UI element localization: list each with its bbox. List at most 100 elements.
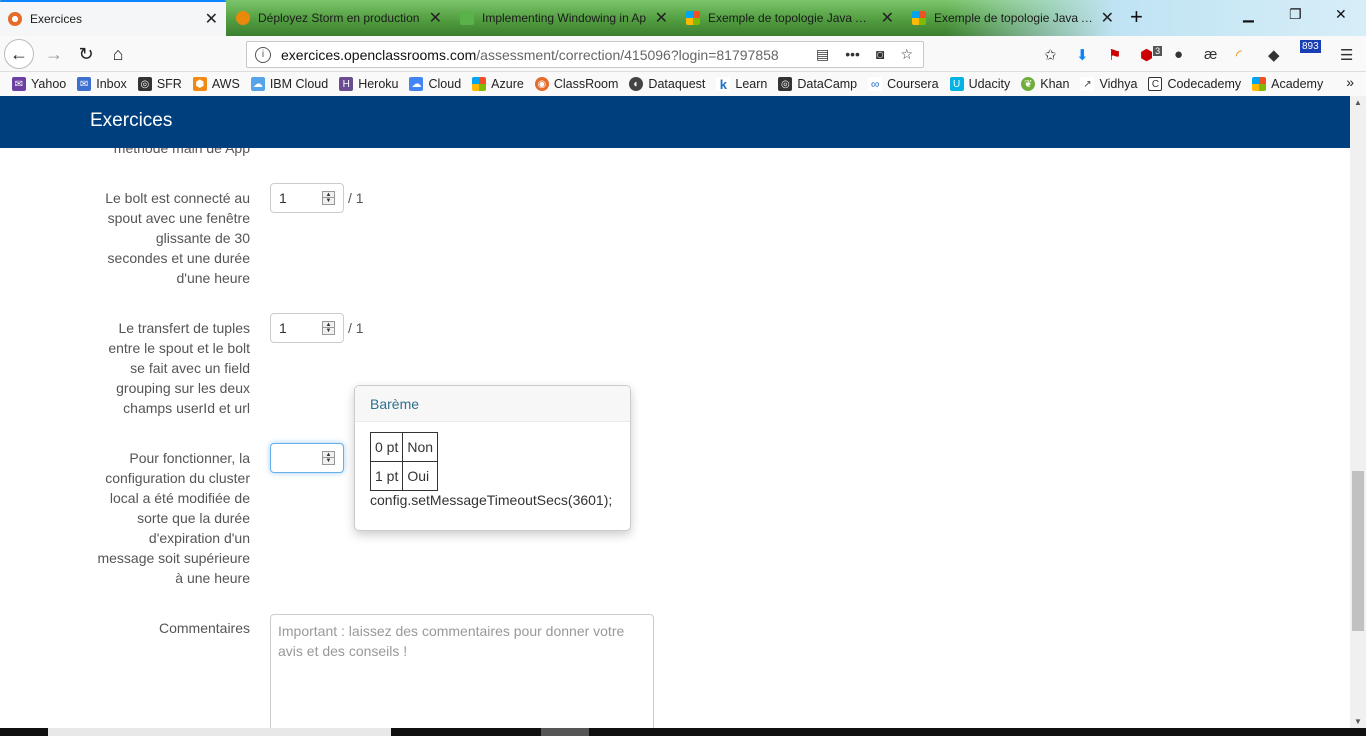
spinner-arrows-icon[interactable]: ▲ ▼ — [322, 191, 335, 205]
spinner-arrows-icon[interactable]: ▲ ▼ — [322, 321, 335, 335]
bookmark-udacity[interactable]: U Udacity — [949, 77, 1010, 91]
tab-exercices[interactable]: Exercices ✕ — [0, 0, 226, 36]
bookmark-khan[interactable]: ❦ Khan — [1021, 77, 1069, 91]
globe-icon: ◎ — [778, 77, 793, 91]
bookmarks-menu-icon[interactable]: ✩ — [1044, 46, 1057, 64]
url-domain: exercices.openclassrooms.com — [281, 46, 477, 63]
bookmark-ibm-cloud[interactable]: ☁ IBM Cloud — [250, 77, 328, 91]
url-bar[interactable]: i exercices.openclassrooms.com/assessmen… — [246, 41, 924, 68]
os-taskbar — [0, 728, 1366, 736]
restore-icon[interactable]: ❐ — [1289, 6, 1302, 23]
pdf-icon[interactable]: ⚑ — [1108, 46, 1121, 64]
reader-view-icon[interactable]: ▤ — [816, 46, 829, 63]
home-icon[interactable]: ⌂ — [104, 40, 132, 68]
new-tab-icon[interactable]: + — [1130, 4, 1143, 30]
bookmark-vidhya[interactable]: ↗ Vidhya — [1080, 77, 1137, 91]
table-row: 1 pt Oui — [369, 461, 439, 491]
criterion-label-1: Le bolt est connecté au spout avec une f… — [105, 188, 250, 288]
label-line: à une heure — [175, 570, 250, 586]
tab-title: Exemple de topologie Java Apa — [708, 11, 875, 25]
bookmark-classroom[interactable]: ◉ ClassRoom — [534, 77, 618, 91]
reload-icon[interactable]: ↻ — [72, 40, 100, 68]
pocket-icon[interactable]: ◙ — [876, 46, 884, 63]
counter-badge[interactable]: 893 — [1300, 40, 1321, 53]
bookmark-label: SFR — [156, 77, 182, 91]
page-scrollbar[interactable]: ▲ ▼ — [1350, 96, 1366, 728]
popover-title: Barème — [355, 386, 630, 422]
bookmark-codecademy[interactable]: C Codecademy — [1148, 77, 1241, 91]
tab-title: Implementing Windowing in Ap — [482, 11, 647, 25]
score-input-3[interactable]: ▲ ▼ — [270, 443, 344, 473]
bookmark-learn[interactable]: k Learn — [716, 77, 768, 92]
bookmark-label: DataCamp — [797, 77, 858, 91]
bookmark-heroku[interactable]: H Heroku — [339, 77, 398, 91]
bookmark-inbox[interactable]: ✉ Inbox — [77, 77, 127, 91]
page-actions-icon[interactable]: ••• — [845, 46, 860, 63]
score-input-2[interactable]: 1 ▲ ▼ — [270, 313, 344, 343]
taskbar-search[interactable] — [48, 728, 391, 736]
bareme-popover: Barème 0 pt Non 1 pt Oui config.setMessa… — [354, 385, 631, 531]
bookmark-azure[interactable]: Azure — [472, 77, 524, 91]
extension-icon[interactable]: ◆ — [1268, 46, 1280, 64]
scrollbar-thumb[interactable] — [1352, 471, 1364, 631]
ae-icon[interactable]: æ — [1204, 46, 1217, 63]
label-line: se fait avec un field — [130, 360, 250, 376]
comments-textarea[interactable]: Important : laissez des commentaires pou… — [270, 614, 654, 728]
taskbar-app[interactable] — [541, 728, 589, 736]
close-tab-icon[interactable]: ✕ — [1101, 8, 1114, 28]
windows-icon — [912, 11, 926, 25]
bookmark-label: Learn — [735, 77, 768, 91]
windows-icon — [1252, 77, 1267, 91]
criterion-label-2: Le transfert de tuples entre le spout et… — [108, 318, 250, 418]
bookmark-label: Vidhya — [1099, 77, 1138, 91]
score-max-1: / 1 — [348, 190, 364, 206]
bookmark-cloud[interactable]: ☁ Cloud — [409, 77, 461, 91]
forward-icon[interactable]: → — [40, 40, 68, 68]
close-tab-icon[interactable]: ✕ — [429, 8, 442, 28]
extension-dots-icon[interactable]: ● — [1174, 46, 1183, 63]
adblock-icon[interactable]: ⬢ 3 — [1140, 46, 1163, 64]
bookmark-aws[interactable]: ⬢ AWS — [192, 77, 240, 91]
bookmark-dataquest[interactable]: ◐ Dataquest — [629, 77, 705, 91]
bookmarks-bar: ✉ Yahoo ✉ Inbox ◎ SFR ⬢ AWS ☁ IBM Cloud H Hero… — [0, 72, 1366, 96]
label-line: spout avec une fenêtre — [107, 210, 250, 226]
bookmark-sfr[interactable]: ◎ SFR — [137, 77, 182, 91]
tab-topologie-2[interactable]: Exemple de topologie Java Apa ✕ — [904, 2, 1122, 34]
storm-icon — [236, 11, 250, 25]
scroll-up-icon[interactable]: ▲ — [1354, 98, 1362, 107]
label-line: grouping sur les deux — [116, 380, 250, 396]
site-info-icon[interactable]: i — [255, 46, 271, 63]
points-cell: 0 pt — [369, 432, 404, 462]
bookmark-star-icon[interactable]: ☆ — [900, 46, 913, 63]
tab-storm[interactable]: Déployez Storm en production ✕ — [228, 2, 450, 34]
bookmark-label: Dataquest — [648, 77, 706, 91]
tab-windowing[interactable]: Implementing Windowing in Ap ✕ — [452, 2, 676, 34]
scroll-down-icon[interactable]: ▼ — [1354, 717, 1362, 726]
bookmark-datacamp[interactable]: ◎ DataCamp — [778, 77, 857, 91]
tab-topologie-1[interactable]: Exemple de topologie Java Apa ✕ — [678, 2, 902, 34]
menu-icon[interactable]: ☰ — [1340, 46, 1353, 64]
minimize-icon[interactable]: ▁ — [1243, 6, 1254, 23]
tab-title: Exercices — [30, 12, 83, 26]
bookmark-yahoo[interactable]: ✉ Yahoo — [12, 77, 66, 91]
site-brand[interactable]: Exercices — [90, 110, 172, 132]
cloud-icon: ☁ — [250, 77, 265, 91]
close-tab-icon[interactable]: ✕ — [655, 8, 668, 28]
bookmark-label: Yahoo — [31, 77, 67, 91]
bookmark-coursera[interactable]: ∞ Coursera — [868, 77, 939, 91]
close-window-icon[interactable]: ✕ — [1335, 6, 1347, 23]
bookmarks-overflow-icon[interactable]: » — [1346, 74, 1354, 90]
url-text[interactable]: exercices.openclassrooms.com/assessment/… — [281, 47, 816, 63]
spinner-arrows-icon[interactable]: ▲ ▼ — [322, 451, 335, 465]
bookmark-academy[interactable]: Academy — [1252, 77, 1323, 91]
tab-title: Exemple de topologie Java Apa — [934, 11, 1095, 25]
points-cell: 1 pt — [369, 461, 404, 491]
close-tab-icon[interactable]: ✕ — [205, 9, 218, 29]
downloads-icon[interactable]: ⬇ — [1076, 46, 1089, 64]
score-value: 1 — [279, 190, 287, 206]
close-tab-icon[interactable]: ✕ — [881, 8, 894, 28]
score-input-1[interactable]: 1 ▲ ▼ — [270, 183, 344, 213]
back-icon[interactable]: ← — [4, 39, 34, 69]
rss-icon[interactable]: ◜ — [1236, 46, 1242, 64]
label-line: d'expiration d'un — [148, 530, 250, 546]
